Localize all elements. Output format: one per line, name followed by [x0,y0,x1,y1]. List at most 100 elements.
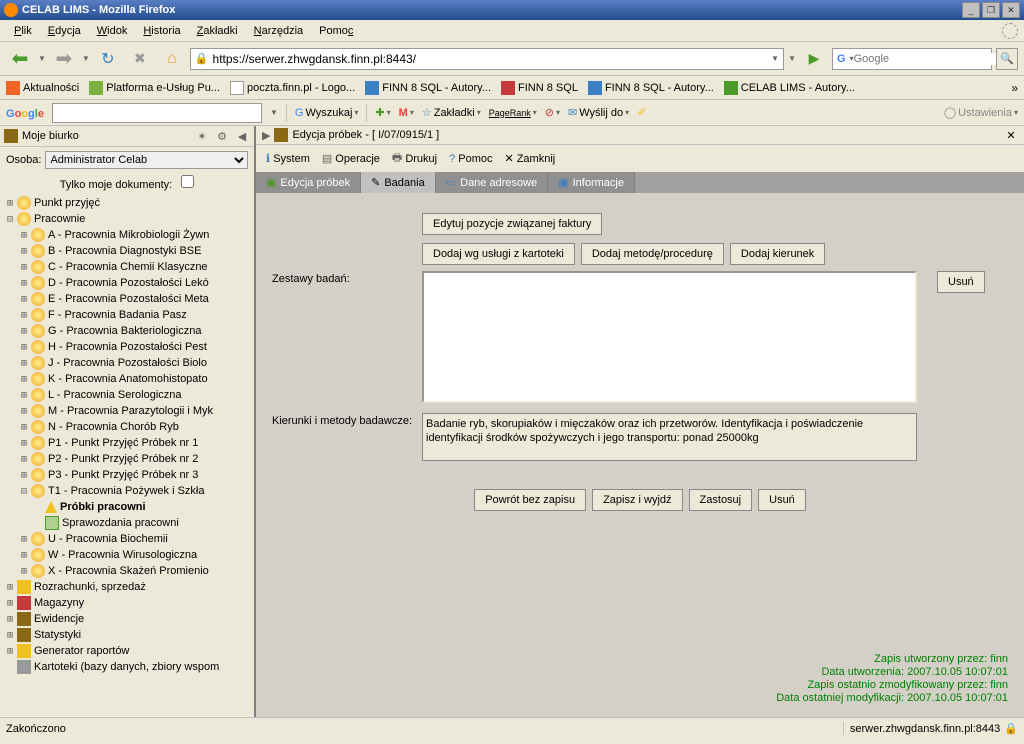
sidebar-header: Moje biurko ✶ ⚙ ◀ [0,126,254,147]
gb-bookmarks[interactable]: ☆ Zakładki ▾ [422,106,481,119]
sidebar-collapse[interactable]: ◀ [234,128,250,144]
content-close[interactable]: ✕ [1004,128,1018,142]
tree-node-P1[interactable]: ⊞P1 - Punkt Przyjęć Próbek nr 1 [4,435,254,451]
search-box[interactable]: G▾ [832,48,992,70]
back-button[interactable]: ⬅ [6,45,34,73]
bookmark-poczta[interactable]: poczta.finn.pl - Logo... [230,81,355,95]
gb-settings[interactable]: ◯ Ustawienia▾ [944,106,1018,119]
tree-node-N[interactable]: ⊞N - Pracownia Chorób Ryb [4,419,254,435]
gb-gmail[interactable]: M ▾ [399,107,414,119]
tree-node-F[interactable]: ⊞F - Pracownia Badania Pasz [4,307,254,323]
tree-node-W[interactable]: ⊞W - Pracownia Wirusologiczna [4,547,254,563]
tree-node-J[interactable]: ⊞J - Pracownia Pozostałości Biolo [4,355,254,371]
tree-node-D[interactable]: ⊞D - Pracownia Pozostałości Lekó [4,275,254,291]
content-title: Edycja próbek - [ I/07/0915/1 ] [292,129,439,141]
gb-send[interactable]: ✉ Wyślij do▾ [568,106,629,119]
tree-node-X[interactable]: ⊞X - Pracownia Skażeń Promienio [4,563,254,579]
tylko-checkbox[interactable] [181,175,194,188]
gb-wyszukaj[interactable]: G Wyszukaj ▾ [295,107,359,119]
google-search-input[interactable] [52,103,262,123]
tool-pomoc[interactable]: ?Pomoc [445,151,496,167]
btn-usun-bottom[interactable]: Usuń [758,489,806,511]
tree-node-sprawozdania[interactable]: Sprawozdania pracowni [4,515,254,531]
menu-zakladki[interactable]: Zakładki [189,23,246,39]
sidebar-tool-2[interactable]: ⚙ [214,128,230,144]
tree-node-A[interactable]: ⊞A - Pracownia Mikrobiologii Żywn [4,227,254,243]
tab-dane[interactable]: ▭Dane adresowe [436,172,548,193]
tree-node-probki[interactable]: Próbki pracowni [4,499,254,515]
tree-node-L[interactable]: ⊞L - Pracownia Serologiczna [4,387,254,403]
home-button[interactable]: ⌂ [158,45,186,73]
gb-block[interactable]: ⊘ ▾ [545,106,560,119]
tree-node-G[interactable]: ⊞G - Pracownia Bakteriologiczna [4,323,254,339]
bookmark-finn8-2[interactable]: FINN 8 SQL [501,81,578,95]
tree-node-E[interactable]: ⊞E - Pracownia Pozostałości Meta [4,291,254,307]
content-pane: ▶ Edycja próbek - [ I/07/0915/1 ] ✕ ℹSys… [256,126,1024,717]
menu-plik[interactable]: Plik [6,23,40,39]
tree-node-K[interactable]: ⊞K - Pracownia Anatomohistopato [4,371,254,387]
bookmark-finn8-1[interactable]: FINN 8 SQL - Autory... [365,81,491,95]
bookmark-aktualnosci[interactable]: Aktualności [6,81,79,95]
tree-node-magazyny[interactable]: ⊞Magazyny [4,595,254,611]
btn-dodaj-metode[interactable]: Dodaj metodę/procedurę [581,243,724,265]
tab-badania[interactable]: ✎Badania [361,172,436,193]
search-input[interactable] [854,53,996,65]
bookmark-finn8-3[interactable]: FINN 8 SQL - Autory... [588,81,714,95]
tool-operacje[interactable]: ▤Operacje [318,150,384,167]
btn-dodaj-kierunek[interactable]: Dodaj kierunek [730,243,825,265]
btn-usun-top[interactable]: Usuń [937,271,985,293]
tree-node-rozrachunki[interactable]: ⊞Rozrachunki, sprzedaż [4,579,254,595]
tree-node-P2[interactable]: ⊞P2 - Punkt Przyjęć Próbek nr 2 [4,451,254,467]
bookmark-platforma[interactable]: Platforma e-Usług Pu... [89,81,220,95]
gb-highlight[interactable]: ✐ [637,106,646,119]
tool-zamknij[interactable]: ✕Zamknij [500,150,559,167]
tree-node-generator[interactable]: ⊞Generator raportów [4,643,254,659]
tree-node-punkt[interactable]: ⊞Punkt przyjęć [4,195,254,211]
btn-dodaj-uslugi[interactable]: Dodaj wg usługi z kartoteki [422,243,575,265]
tree-node-U[interactable]: ⊞U - Pracownia Biochemii [4,531,254,547]
url-text[interactable]: https://serwer.zhwgdansk.finn.pl:8443/ [213,52,772,66]
audit-info: Zapis utworzony przez: finn Data utworze… [776,653,1008,705]
menu-narzedzia[interactable]: Narzędzia [246,23,312,39]
tree-node-statystyki[interactable]: ⊞Statystyki [4,627,254,643]
close-button[interactable]: ✕ [1002,2,1020,18]
menu-edycja[interactable]: Edycja [40,23,89,39]
tree-node-pracownie[interactable]: ⊟Pracownie [4,211,254,227]
tool-drukuj[interactable]: 🖶Drukuj [388,147,441,170]
zestawy-listbox[interactable] [422,271,917,403]
menu-historia[interactable]: Historia [135,23,188,39]
reload-button[interactable]: ↻ [94,45,122,73]
url-bar[interactable]: 🔒 https://serwer.zhwgdansk.finn.pl:8443/… [190,48,784,70]
osoba-select[interactable]: Administrator Celab [45,151,248,169]
tree-node-M[interactable]: ⊞M - Pracownia Parazytologii i Myk [4,403,254,419]
status-right: serwer.zhwgdansk.finn.pl:8443 [850,723,1000,735]
menu-pomoc[interactable]: Pomoc [311,23,361,39]
go-button[interactable]: ▶ [800,45,828,73]
tool-system[interactable]: ℹSystem [262,150,314,167]
btn-zapisz[interactable]: Zapisz i wyjdź [592,489,682,511]
sidebar-expand[interactable]: ▶ [262,129,270,142]
btn-edytuj-faktury[interactable]: Edytuj pozycje związanej faktury [422,213,602,235]
btn-zastosuj[interactable]: Zastosuj [689,489,753,511]
tree-node-B[interactable]: ⊞B - Pracownia Diagnostyki BSE [4,243,254,259]
sidebar-tool-1[interactable]: ✶ [194,128,210,144]
tree-node-H[interactable]: ⊞H - Pracownia Pozostałości Pest [4,339,254,355]
restore-button[interactable]: ❐ [982,2,1000,18]
tab-info[interactable]: ▣Informacje [548,172,635,193]
bookmarks-overflow[interactable]: » [1011,81,1018,95]
tree-node-ewidencje[interactable]: ⊞Ewidencje [4,611,254,627]
tree-node-kartoteki[interactable]: Kartoteki (bazy danych, zbiory wspom [4,659,254,675]
menu-widok[interactable]: Widok [89,23,136,39]
tree-node-T1[interactable]: ⊟T1 - Pracownia Pożywek i Szkła [4,483,254,499]
tree-node-C[interactable]: ⊞C - Pracownia Chemii Klasyczne [4,259,254,275]
btn-powrot[interactable]: Powrót bez zapisu [474,489,586,511]
minimize-button[interactable]: _ [962,2,980,18]
kierunki-textarea[interactable]: Badanie ryb, skorupiaków i mięczaków ora… [422,413,917,461]
label-kierunki: Kierunki i metody badawcze: [272,413,422,461]
tab-edycja[interactable]: ▣Edycja próbek [256,172,361,193]
gb-pagerank[interactable]: PageRank ▾ [489,108,537,118]
tree-node-P3[interactable]: ⊞P3 - Punkt Przyjęć Próbek nr 3 [4,467,254,483]
bookmark-celab[interactable]: CELAB LIMS - Autory... [724,81,855,95]
search-button[interactable]: 🔍 [996,48,1018,70]
gb-nav[interactable]: ✚ ▾ [375,106,390,119]
